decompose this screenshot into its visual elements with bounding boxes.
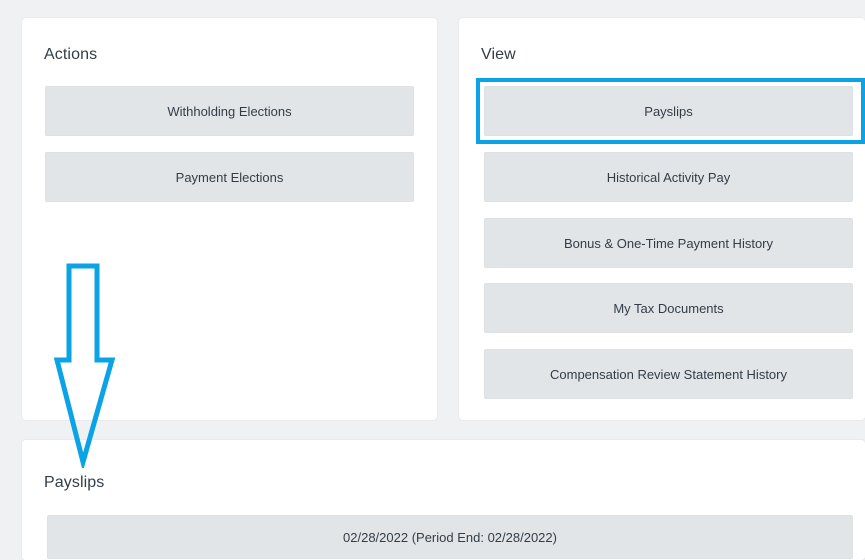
compensation-review-history-label: Compensation Review Statement History [550,366,787,382]
compensation-review-history-button[interactable]: Compensation Review Statement History [484,349,853,399]
payment-elections-label: Payment Elections [175,169,284,185]
withholding-elections-button[interactable]: Withholding Elections [45,86,414,136]
payment-elections-button[interactable]: Payment Elections [45,152,414,202]
down-arrow-icon [53,263,116,468]
withholding-elections-label: Withholding Elections [167,103,292,119]
view-card: View Payslips Historical Activity Pay Bo… [459,18,865,420]
payslip-row-label: 02/28/2022 (Period End: 02/28/2022) [343,529,557,545]
my-tax-documents-label: My Tax Documents [613,300,724,316]
bonus-payment-history-label: Bonus & One-Time Payment History [563,235,774,251]
historical-activity-pay-button[interactable]: Historical Activity Pay [484,152,853,202]
my-tax-documents-button[interactable]: My Tax Documents [484,283,853,333]
payslips-button[interactable]: Payslips [484,86,853,136]
payslips-title: Payslips [44,474,105,491]
actions-title: Actions [44,46,98,63]
payslips-label: Payslips [644,103,693,119]
bonus-payment-history-button[interactable]: Bonus & One-Time Payment History [484,218,853,268]
payslip-row[interactable]: 02/28/2022 (Period End: 02/28/2022) [47,515,853,559]
payslips-card: Payslips 02/28/2022 (Period End: 02/28/2… [22,440,865,560]
historical-activity-pay-label: Historical Activity Pay [606,169,731,185]
view-title: View [481,46,516,63]
